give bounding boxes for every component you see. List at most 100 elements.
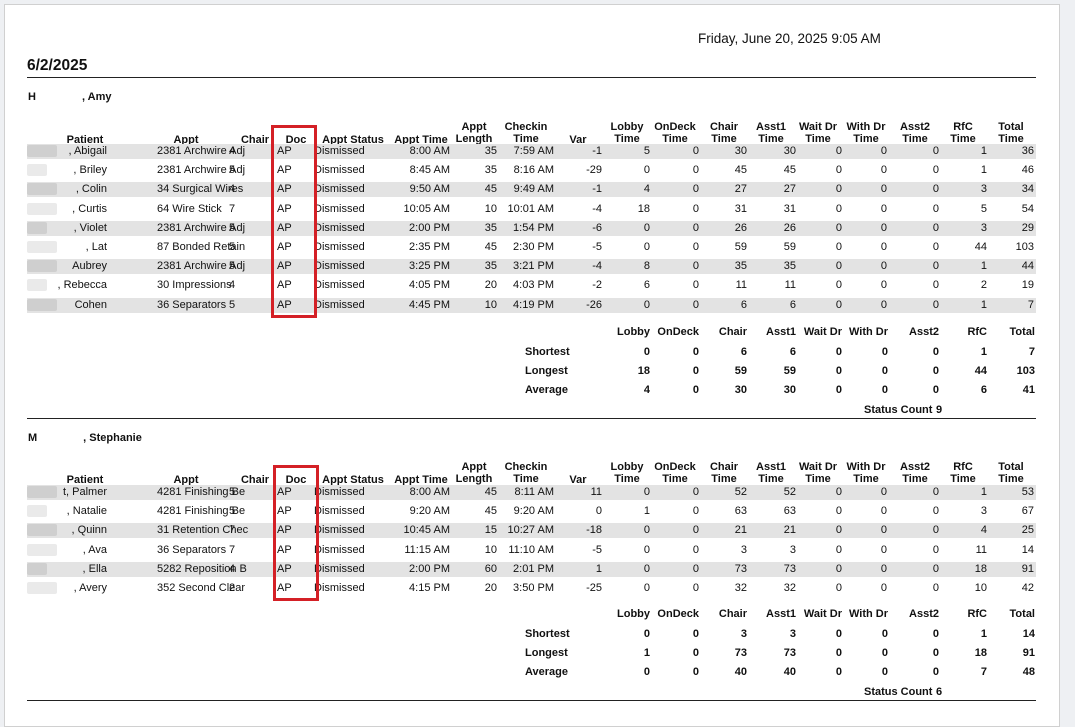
cell-patient: t, Palmer [62, 486, 107, 498]
cell-asst1: 21 [783, 524, 796, 537]
column-header-with_dr_time: With Dr Time [846, 121, 886, 145]
cell-patient: , Quinn [71, 524, 107, 537]
cell-withdr: 0 [880, 183, 887, 196]
summary-header: Wait Dr [803, 608, 842, 620]
cell-checkin: 4:19 PM [513, 298, 554, 311]
summary-header: OnDeck [657, 608, 699, 620]
cell-checkin: 3:50 PM [513, 582, 554, 594]
cell-checkin: 9:20 AM [513, 505, 554, 518]
summary-shortest-value: 14 [1022, 628, 1035, 640]
cell-checkin: 1:54 PM [513, 221, 554, 234]
column-header-wait_dr_time: Wait Dr Time [798, 461, 838, 485]
cell-patient: , Violet [73, 221, 107, 234]
cell-total: 67 [1021, 505, 1034, 518]
cell-patient: , Colin [75, 183, 107, 196]
cell-rfc: 10 [974, 582, 987, 594]
cell-chairt: 59 [734, 241, 747, 253]
cell-total: 19 [1021, 279, 1034, 292]
status-count-label: Status Count [864, 404, 933, 416]
cell-checkin: 3:21 PM [513, 260, 554, 273]
cell-total: 14 [1021, 543, 1034, 556]
cell-patient: , Abigail [68, 145, 107, 157]
cell-ondeck: 0 [692, 260, 699, 273]
cell-checkin: 10:27 AM [507, 524, 554, 537]
summary-shortest-value: 3 [789, 628, 796, 640]
cell-asst2: 0 [932, 145, 939, 157]
cell-waitdr: 0 [835, 241, 842, 253]
cell-rfc: 1 [980, 164, 987, 177]
cell-asst1: 73 [783, 562, 796, 575]
summary-shortest-value: 0 [932, 628, 939, 640]
cell-patient: , Lat [85, 241, 107, 253]
summary-longest-value: 0 [692, 647, 699, 659]
cell-chairt: 32 [734, 582, 747, 594]
cell-asst2: 0 [932, 562, 939, 575]
summary-header: OnDeck [657, 326, 699, 338]
cell-rfc: 3 [980, 221, 987, 234]
summary-shortest-value: 0 [835, 628, 842, 640]
cell-chair: 2 [229, 582, 236, 594]
cell-ondeck: 0 [692, 582, 699, 594]
summary-longest-value: 103 [1016, 365, 1035, 377]
cell-var: 1 [595, 562, 602, 575]
redacted-surname [35, 90, 82, 100]
cell-rfc: 5 [980, 202, 987, 215]
cell-chair: 5 [229, 164, 236, 177]
provider-initial: H [28, 91, 36, 103]
cell-status: Dismissed [314, 183, 365, 196]
cell-waitdr: 0 [835, 145, 842, 157]
cell-total: 7 [1027, 298, 1034, 311]
cell-lobby: 1 [643, 505, 650, 518]
cell-time: 9:50 AM [409, 183, 450, 196]
cell-ondeck: 0 [692, 524, 699, 537]
summary-shortest-value: 0 [835, 346, 842, 358]
cell-checkin: 10:01 AM [507, 202, 554, 215]
cell-chair: 5 [229, 486, 236, 498]
summary-shortest-value: 0 [692, 628, 699, 640]
column-header-chair_time: Chair Time [709, 121, 739, 145]
cell-waitdr: 0 [835, 486, 842, 498]
cell-asst1: 30 [783, 145, 796, 157]
cell-chair: 5 [229, 260, 236, 273]
summary-shortest-value: 0 [881, 346, 888, 358]
cell-length: 20 [484, 582, 497, 594]
cell-time: 3:25 PM [409, 260, 450, 273]
column-header-checkin_time: Checkin Time [504, 461, 548, 485]
summary-shortest-value: 6 [789, 346, 796, 358]
column-header-checkin_time: Checkin Time [504, 121, 548, 145]
cell-status: Dismissed [314, 505, 365, 518]
cell-lobby: 0 [643, 562, 650, 575]
cell-total: 54 [1021, 202, 1034, 215]
cell-waitdr: 0 [835, 260, 842, 273]
cell-length: 35 [484, 221, 497, 234]
summary-longest-value: 0 [881, 365, 888, 377]
cell-status: Dismissed [314, 221, 365, 234]
cell-waitdr: 0 [835, 562, 842, 575]
doc-column-highlight [271, 125, 317, 318]
cell-withdr: 0 [880, 524, 887, 537]
cell-lobby: 0 [643, 486, 650, 498]
cell-chairt: 31 [734, 202, 747, 215]
report-page: Friday, June 20, 2025 9:05 AM 6/2/2025 H… [4, 4, 1060, 727]
status-count-value: 6 [936, 686, 943, 698]
cell-asst2: 0 [932, 221, 939, 234]
summary-average-value: 30 [734, 384, 747, 396]
cell-asst2: 0 [932, 524, 939, 537]
cell-asst1: 26 [783, 221, 796, 234]
cell-waitdr: 0 [835, 543, 842, 556]
cell-chair: 4 [229, 145, 236, 157]
summary-shortest-value: 3 [740, 628, 747, 640]
cell-time: 11:15 AM [404, 543, 450, 556]
cell-rfc: 1 [980, 145, 987, 157]
cell-var: 11 [590, 486, 602, 498]
summary-label-shortest: Shortest [525, 346, 570, 358]
redacted-surname [37, 431, 84, 441]
cell-patient: Cohen [74, 298, 107, 311]
summary-longest-value: 0 [881, 647, 888, 659]
cell-chairt: 21 [734, 524, 747, 537]
summary-header: Asst2 [909, 326, 939, 338]
cell-chairt: 63 [734, 505, 747, 518]
cell-lobby: 5 [643, 145, 650, 157]
column-header-ondeck_time: OnDeck Time [654, 121, 696, 145]
cell-withdr: 0 [880, 298, 887, 311]
